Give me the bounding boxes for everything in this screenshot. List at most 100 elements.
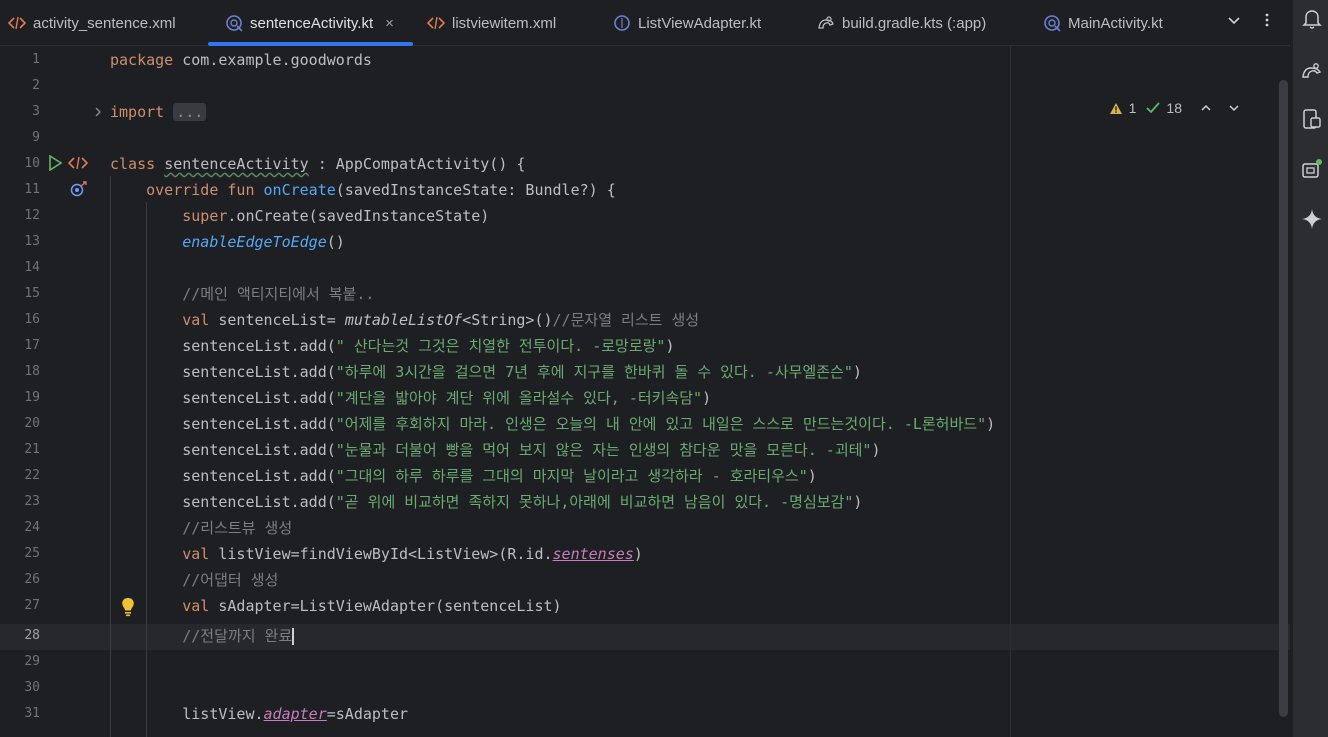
line-number: 17 bbox=[24, 338, 40, 353]
code-line: sentenceList.add("곧 위에 비교하면 족하지 못하나,아래에 … bbox=[110, 492, 862, 512]
code-token: <String>() bbox=[462, 311, 553, 329]
line-number: 20 bbox=[24, 416, 40, 431]
code-string: "어제를 후회하지 마라. 인생은 오늘의 내 안에 있고 내일은 스스로 만드… bbox=[335, 415, 987, 433]
tab-listviewitem-xml[interactable]: listviewitem.xml bbox=[427, 0, 556, 46]
line-number: 19 bbox=[24, 390, 40, 405]
code-line: override fun onCreate(savedInstanceState… bbox=[110, 180, 616, 200]
code-token: : AppCompatActivity() { bbox=[308, 155, 526, 173]
code-token: mutableListOf bbox=[344, 311, 463, 329]
line-number: 11 bbox=[24, 182, 40, 197]
code-line: import ... bbox=[110, 102, 207, 122]
tab-sentence-activity-kt[interactable]: sentenceActivity.kt × bbox=[225, 0, 394, 46]
code-string: "그대의 하루 하루를 그대의 마지막 날이라고 생각하라 - 호라티우스" bbox=[335, 467, 808, 485]
line-number: 2 bbox=[32, 78, 40, 93]
run-icon[interactable] bbox=[48, 155, 63, 171]
chevron-up-icon[interactable] bbox=[1200, 102, 1212, 114]
code-comment: //메인 액티지티에서 복붙.. bbox=[182, 285, 375, 303]
line-number: 26 bbox=[24, 572, 40, 587]
warning-icon bbox=[1109, 102, 1122, 114]
code-token: sentenceList.add( bbox=[182, 363, 336, 381]
notifications-icon[interactable] bbox=[1301, 8, 1323, 30]
code-comment: //리스트뷰 생성 bbox=[182, 519, 293, 537]
kotlin-activity-icon bbox=[1043, 14, 1061, 32]
code-string: "눈물과 더불어 빵을 먹어 보지 않은 자는 인생의 참다운 맛을 모른다. … bbox=[335, 441, 872, 459]
tab-activity-sentence-xml[interactable]: activity_sentence.xml bbox=[8, 0, 176, 46]
tab-list-dropdown[interactable] bbox=[1226, 0, 1242, 40]
tab-label: build.gradle.kts (:app) bbox=[842, 14, 987, 32]
code-token: sAdapter=ListViewAdapter(sentenceList) bbox=[209, 597, 562, 615]
fold-expand-icon[interactable] bbox=[93, 106, 103, 118]
code-token: ) bbox=[853, 493, 863, 511]
code-token: () bbox=[326, 233, 345, 251]
code-line: //메인 액티지티에서 복붙.. bbox=[110, 284, 374, 304]
close-icon[interactable]: × bbox=[385, 15, 394, 32]
gradle-icon bbox=[817, 14, 835, 32]
tab-build-gradle-kts[interactable]: build.gradle.kts (:app) bbox=[817, 0, 986, 46]
code-token: sentenceList.add( bbox=[182, 493, 336, 511]
code-token: val bbox=[182, 597, 210, 615]
check-icon bbox=[1146, 102, 1161, 114]
code-line: sentenceList.add("그대의 하루 하루를 그대의 마지막 날이라… bbox=[110, 466, 817, 486]
code-token: enableEdgeToEdge bbox=[182, 233, 327, 251]
code-string: " 산다는것 그것은 치열한 전투이다. -로망로랑" bbox=[335, 337, 666, 355]
line-number: 24 bbox=[24, 520, 40, 535]
line-number: 12 bbox=[24, 208, 40, 223]
more-vertical-icon bbox=[1265, 13, 1269, 27]
tab-label: sentenceActivity.kt bbox=[250, 14, 374, 32]
code-line: package com.example.goodwords bbox=[110, 50, 372, 70]
line-number: 13 bbox=[24, 234, 40, 249]
device-manager-icon[interactable] bbox=[1301, 108, 1323, 130]
code-token: ) bbox=[807, 467, 817, 485]
line-number: 29 bbox=[24, 654, 40, 669]
line-number: 15 bbox=[24, 286, 40, 301]
code-token: import bbox=[110, 103, 165, 121]
line-number: 9 bbox=[32, 130, 40, 145]
line-number: 31 bbox=[24, 706, 40, 721]
line-number: 18 bbox=[24, 364, 40, 379]
code-line: sentenceList.add(" 산다는것 그것은 치열한 전투이다. -로… bbox=[110, 336, 675, 356]
code-token: ) bbox=[633, 545, 643, 563]
code-editor[interactable]: 1 18 1 2 3 9 10 11 12 13 14 15 16 17 18 … bbox=[0, 46, 1290, 737]
code-comment: //문자열 리스트 생성 bbox=[552, 311, 700, 329]
kotlin-class-icon bbox=[613, 14, 631, 32]
right-tool-window-bar bbox=[1292, 0, 1328, 737]
vertical-scrollbar[interactable] bbox=[1279, 80, 1288, 717]
code-token: sentenceList.add( bbox=[182, 337, 336, 355]
code-token: super bbox=[182, 207, 228, 225]
code-line: enableEdgeToEdge() bbox=[110, 232, 345, 252]
code-token: sentenceList= bbox=[209, 311, 345, 329]
right-margin-guide bbox=[1010, 46, 1011, 737]
line-number: 23 bbox=[24, 494, 40, 509]
code-token: sentenses bbox=[552, 545, 634, 563]
line-number: 25 bbox=[24, 546, 40, 561]
code-token: ) bbox=[665, 337, 675, 355]
tab-mainactivity-kt[interactable]: MainActivity.kt bbox=[1043, 0, 1163, 46]
tab-listviewadapter-kt[interactable]: ListViewAdapter.kt bbox=[613, 0, 761, 46]
code-token: val bbox=[182, 311, 210, 329]
code-token: ) bbox=[871, 441, 881, 459]
code-token: ) bbox=[852, 363, 862, 381]
xml-icon bbox=[427, 14, 445, 32]
gemini-icon[interactable] bbox=[1301, 208, 1323, 230]
gradle-icon[interactable] bbox=[1301, 60, 1323, 82]
code-comment: //어댑터 생성 bbox=[182, 571, 279, 589]
code-token: com.example.goodwords bbox=[173, 51, 372, 69]
tab-label: ListViewAdapter.kt bbox=[638, 14, 762, 32]
chevron-down-icon[interactable] bbox=[1228, 102, 1240, 114]
code-token: .onCreate(savedInstanceState) bbox=[227, 207, 490, 225]
xml-layout-icon[interactable] bbox=[68, 156, 88, 170]
code-token: onCreate bbox=[263, 181, 336, 199]
override-icon[interactable] bbox=[70, 181, 88, 197]
line-number: 14 bbox=[24, 260, 40, 275]
tab-more-options[interactable] bbox=[1259, 0, 1275, 40]
inspection-widget[interactable]: 1 18 bbox=[1109, 100, 1240, 116]
code-line: sentenceList.add("계단을 밟아야 계단 위에 올라설수 있다,… bbox=[110, 388, 711, 408]
running-devices-icon[interactable] bbox=[1301, 158, 1323, 180]
tab-label: MainActivity.kt bbox=[1068, 14, 1163, 32]
code-token: sentenceList.add( bbox=[182, 415, 336, 433]
code-token: package bbox=[110, 51, 174, 69]
code-token: override fun bbox=[146, 181, 255, 199]
folded-imports[interactable]: ... bbox=[173, 103, 207, 121]
code-line: listView.adapter=sAdapter bbox=[110, 704, 408, 724]
code-token: sentenceList.add( bbox=[182, 467, 336, 485]
